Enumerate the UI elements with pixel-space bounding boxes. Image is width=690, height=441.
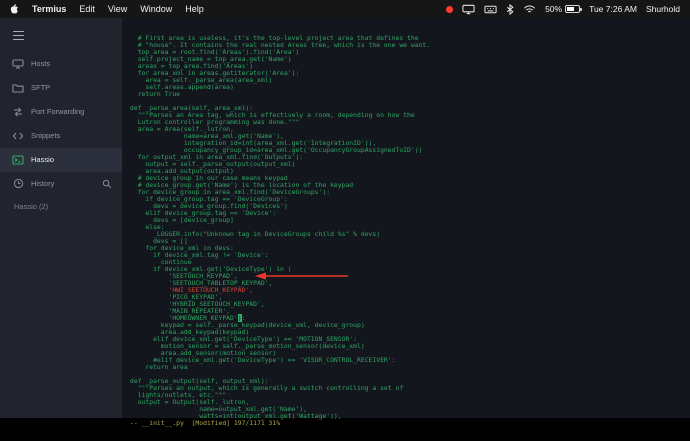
menu-bar: Termius Edit View Window Help 50% Tue 7:… xyxy=(0,0,690,18)
sidebar-item-label: Snippets xyxy=(31,131,60,140)
apple-logo xyxy=(10,4,19,15)
sidebar-item-label: History xyxy=(31,179,54,188)
terminal-session-icon xyxy=(12,155,24,165)
sidebar-item-hassio[interactable]: Hassio xyxy=(0,148,122,172)
sidebar-item-snippets[interactable]: Snippets xyxy=(0,124,122,148)
history-clock-icon xyxy=(12,178,24,189)
terminal[interactable]: # First area is useless, it's the top-le… xyxy=(122,18,690,418)
menu-bar-status: 50% Tue 7:26 AM Shurhold xyxy=(446,4,680,15)
code-line: _LOGGER.info("Unknown tag in DeviceGroup… xyxy=(130,231,690,238)
code-line: devs = [device_group] xyxy=(130,217,690,224)
menu-window[interactable]: Window xyxy=(140,4,172,14)
desktop: { "menu_bar": { "app_name": "Termius", "… xyxy=(0,0,690,431)
code-line: return True xyxy=(130,91,690,98)
menu-clock[interactable]: Tue 7:26 AM xyxy=(589,4,637,14)
search-icon[interactable] xyxy=(102,179,112,189)
sidebar-item-label: SFTP xyxy=(31,83,50,92)
hosts-icon xyxy=(12,59,24,69)
keyboard-icon[interactable] xyxy=(484,5,497,14)
display-icon[interactable] xyxy=(462,4,475,15)
bluetooth-icon[interactable] xyxy=(506,4,514,15)
record-indicator-icon[interactable] xyxy=(446,6,453,13)
code-line: if device_xml.tag != 'Device': xyxy=(130,252,690,259)
sidebar-item-label: Port Forwarding xyxy=(31,107,84,116)
wifi-icon[interactable] xyxy=(523,4,536,14)
battery-percentage: 50% xyxy=(545,4,562,14)
terminal-output: # First area is useless, it's the top-le… xyxy=(130,35,690,427)
folder-icon xyxy=(12,83,24,93)
port-forwarding-icon xyxy=(12,107,24,117)
sidebar-item-label: Hassio xyxy=(31,155,54,164)
termius-window: Hosts SFTP Port Forwarding Snippets Hass xyxy=(0,18,690,418)
code-line: -- __init__.py [Modified] 197/1171 31% xyxy=(130,420,690,427)
hamburger-menu-icon[interactable] xyxy=(13,31,24,40)
code-snippets-icon xyxy=(12,131,24,141)
menu-view[interactable]: View xyxy=(108,4,127,14)
apple-menu[interactable] xyxy=(10,4,19,15)
sidebar-item-port-forwarding[interactable]: Port Forwarding xyxy=(0,100,122,124)
history-entry-label: Hassio (2) xyxy=(14,202,48,211)
menu-app-name[interactable]: Termius xyxy=(32,4,66,14)
menu-edit[interactable]: Edit xyxy=(79,4,95,14)
menu-help[interactable]: Help xyxy=(185,4,204,14)
sidebar-item-sftp[interactable]: SFTP xyxy=(0,76,122,100)
code-line: #elif device_xml.get('DeviceType') == 'V… xyxy=(130,357,690,364)
menu-user[interactable]: Shurhold xyxy=(646,4,680,14)
sidebar-item-history[interactable]: History xyxy=(0,172,122,196)
sidebar-item-hosts[interactable]: Hosts xyxy=(0,52,122,76)
code-line: self.areas.append(area) xyxy=(130,84,690,91)
battery-icon xyxy=(565,5,580,13)
sidebar-item-label: Hosts xyxy=(31,59,50,68)
sidebar: Hosts SFTP Port Forwarding Snippets Hass xyxy=(0,18,122,418)
code-line: return area xyxy=(130,364,690,371)
history-entry-hassio[interactable]: Hassio (2) xyxy=(0,196,122,218)
battery-status[interactable]: 50% xyxy=(545,4,580,14)
